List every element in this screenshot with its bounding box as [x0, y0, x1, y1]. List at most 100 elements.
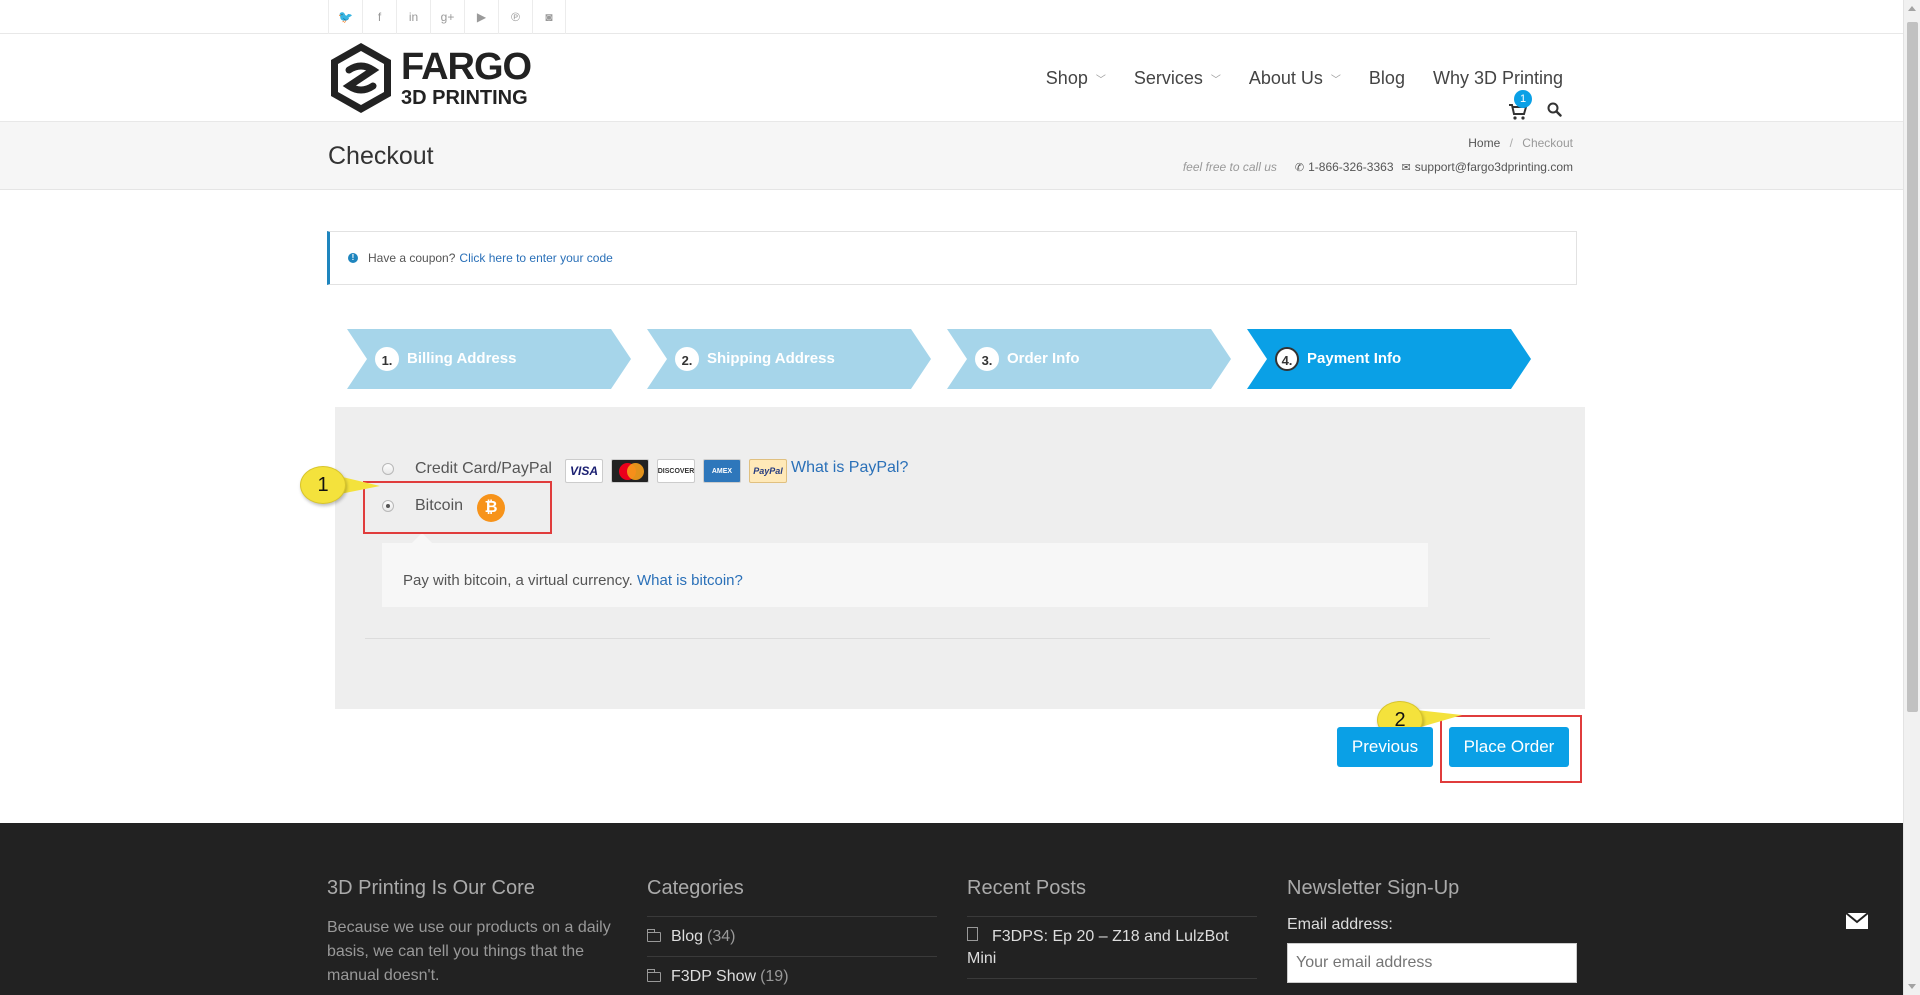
visa-icon: VISA: [565, 459, 603, 483]
scroll-down-arrow-icon[interactable]: [1908, 984, 1916, 989]
step-number: 1.: [375, 347, 399, 371]
envelope-icon: [1844, 911, 1869, 929]
nav-why-label: Why 3D Printing: [1432, 67, 1563, 88]
social-icons: 🐦 f in g+ ▶ ℗ ◙: [328, 0, 566, 34]
chevron-down-icon: ﹀: [1095, 74, 1106, 86]
step-label: Payment Info: [1307, 350, 1402, 367]
bitcoin-description: Pay with bitcoin, a virtual currency. Wh…: [382, 533, 1428, 607]
phone-icon: ✆: [1294, 161, 1305, 174]
step-number: 4.: [1275, 347, 1299, 371]
category-count: (19): [760, 968, 789, 985]
twitter-icon[interactable]: 🐦: [328, 0, 362, 34]
categories-list: Blog (34) F3DP Show (19): [647, 916, 937, 995]
recent-post-item[interactable]: F3DPS: Ep 20 – Z18 and LulzBot Mini: [967, 917, 1257, 979]
category-item[interactable]: F3DP Show (19): [647, 957, 937, 995]
footer-recent-posts-column: Recent Posts F3DPS: Ep 20 – Z18 and Lulz…: [967, 877, 1257, 979]
step-label: Billing Address: [407, 350, 517, 367]
chevron-down-icon: ﹀: [1330, 74, 1341, 86]
nav-about[interactable]: About Us ﹀: [1249, 68, 1341, 89]
page-title: Checkout: [328, 142, 434, 170]
logo-line1: FARGO: [401, 46, 532, 88]
folder-icon: [647, 929, 661, 942]
footer-categories-title: Categories: [647, 877, 744, 899]
nav-about-label: About Us: [1248, 67, 1323, 88]
payment-methods-panel: Credit Card/PayPal VISA DISCOVER AMEX Pa…: [335, 407, 1585, 709]
nav-services-label: Services: [1133, 67, 1203, 88]
coupon-notice: ! Have a coupon? Click here to enter you…: [327, 231, 1577, 285]
what-is-bitcoin-link[interactable]: What is bitcoin?: [637, 572, 743, 589]
footer-newsletter-column: Newsletter Sign-Up Email address:: [1287, 877, 1577, 983]
pinterest-icon[interactable]: ℗: [498, 0, 532, 34]
recent-posts-list: F3DPS: Ep 20 – Z18 and LulzBot Mini: [967, 916, 1257, 979]
place-order-button[interactable]: Place Order: [1449, 727, 1569, 767]
callout-1-label: 1: [317, 474, 329, 496]
step-shipping-address[interactable]: 2. Shipping Address: [647, 329, 931, 389]
nav-services[interactable]: Services ﹀: [1134, 68, 1221, 89]
document-icon: [967, 927, 978, 941]
breadcrumb-home[interactable]: Home: [1468, 136, 1500, 150]
scrollbar-thumb[interactable]: [1907, 22, 1918, 712]
site-logo[interactable]: FARGO 3D PRINTING: [327, 40, 532, 116]
footer-about-text: Because we use our products on a daily b…: [327, 919, 611, 984]
page-scrollbar[interactable]: [1903, 0, 1920, 995]
step-label: Shipping Address: [707, 350, 835, 367]
footer-recent-posts-title: Recent Posts: [967, 877, 1086, 899]
breadcrumb-current: Checkout: [1522, 136, 1573, 150]
contact-mail-button[interactable]: [1830, 894, 1883, 947]
bitcoin-description-text: Pay with bitcoin, a virtual currency.: [403, 572, 633, 589]
credit-card-paypal-label[interactable]: Credit Card/PayPal: [415, 460, 552, 478]
search-icon[interactable]: [1547, 102, 1562, 117]
facebook-icon[interactable]: f: [362, 0, 396, 34]
paypal-icon: PayPal: [749, 459, 787, 483]
instagram-icon[interactable]: ◙: [532, 0, 566, 34]
nav-why-3d-printing[interactable]: Why 3D Printing: [1433, 68, 1563, 89]
folder-icon: [647, 969, 661, 982]
step-label: Order Info: [1007, 350, 1080, 367]
step-order-info[interactable]: 3. Order Info: [947, 329, 1231, 389]
newsletter-email-label: Email address:: [1287, 916, 1393, 933]
chevron-down-icon: ﹀: [1210, 74, 1221, 86]
googleplus-icon[interactable]: g+: [430, 0, 464, 34]
category-count: (34): [707, 928, 736, 945]
footer-newsletter-title: Newsletter Sign-Up: [1287, 877, 1460, 899]
previous-button[interactable]: Previous: [1337, 727, 1433, 767]
category-name: F3DP Show: [671, 968, 757, 985]
step-payment-info[interactable]: 4. Payment Info: [1247, 329, 1531, 389]
logo-hexagon-icon: [331, 43, 391, 113]
logo-text: FARGO 3D PRINTING: [401, 46, 532, 109]
scroll-up-arrow-icon[interactable]: [1908, 6, 1916, 11]
linkedin-icon[interactable]: in: [396, 0, 430, 34]
info-icon: !: [348, 253, 358, 263]
contact-info: feel free to call us ✆ 1-866-326-3363 ✉ …: [1183, 160, 1573, 174]
panel-divider: [365, 638, 1490, 639]
step-number: 3.: [975, 347, 999, 371]
nav-blog[interactable]: Blog: [1369, 68, 1405, 89]
social-bar: 🐦 f in g+ ▶ ℗ ◙: [0, 0, 1903, 34]
logo-line2: 3D PRINTING: [401, 87, 528, 109]
category-item[interactable]: Blog (34): [647, 917, 937, 957]
callout-1: 1: [300, 466, 380, 504]
footer-about-column: 3D Printing Is Our Core Because we use o…: [327, 877, 617, 988]
discover-icon: DISCOVER: [657, 459, 695, 483]
what-is-paypal-link[interactable]: What is PayPal?: [791, 459, 908, 477]
breadcrumb-separator: /: [1509, 136, 1513, 150]
step-number: 2.: [675, 347, 699, 371]
cart-count-badge: 1: [1514, 90, 1532, 108]
youtube-icon[interactable]: ▶: [464, 0, 498, 34]
amex-icon: AMEX: [703, 459, 741, 483]
newsletter-email-input[interactable]: [1287, 943, 1577, 983]
footer-about-title: 3D Printing Is Our Core: [327, 877, 535, 899]
site-footer: 3D Printing Is Our Core Because we use o…: [0, 823, 1903, 995]
breadcrumb: Home / Checkout: [1468, 136, 1573, 150]
checkout-steps: 1. Billing Address 2. Shipping Address 3…: [347, 329, 1531, 389]
support-email[interactable]: support@fargo3dprinting.com: [1415, 160, 1573, 174]
coupon-link[interactable]: Click here to enter your code: [459, 251, 612, 265]
step-billing-address[interactable]: 1. Billing Address: [347, 329, 631, 389]
card-logos: VISA DISCOVER AMEX PayPal: [565, 459, 795, 483]
checkout-page: 🐦 f in g+ ▶ ℗ ◙ FARGO 3D PRINTING Shop ﹀ …: [0, 0, 1903, 995]
mastercard-icon: [611, 459, 649, 483]
main-nav: Shop ﹀ Services ﹀ About Us ﹀ Blog Why 3D Pr…: [1018, 34, 1563, 122]
phone-number[interactable]: 1-866-326-3363: [1308, 160, 1393, 174]
nav-shop[interactable]: Shop ﹀: [1046, 68, 1106, 89]
envelope-icon: ✉: [1401, 161, 1411, 174]
